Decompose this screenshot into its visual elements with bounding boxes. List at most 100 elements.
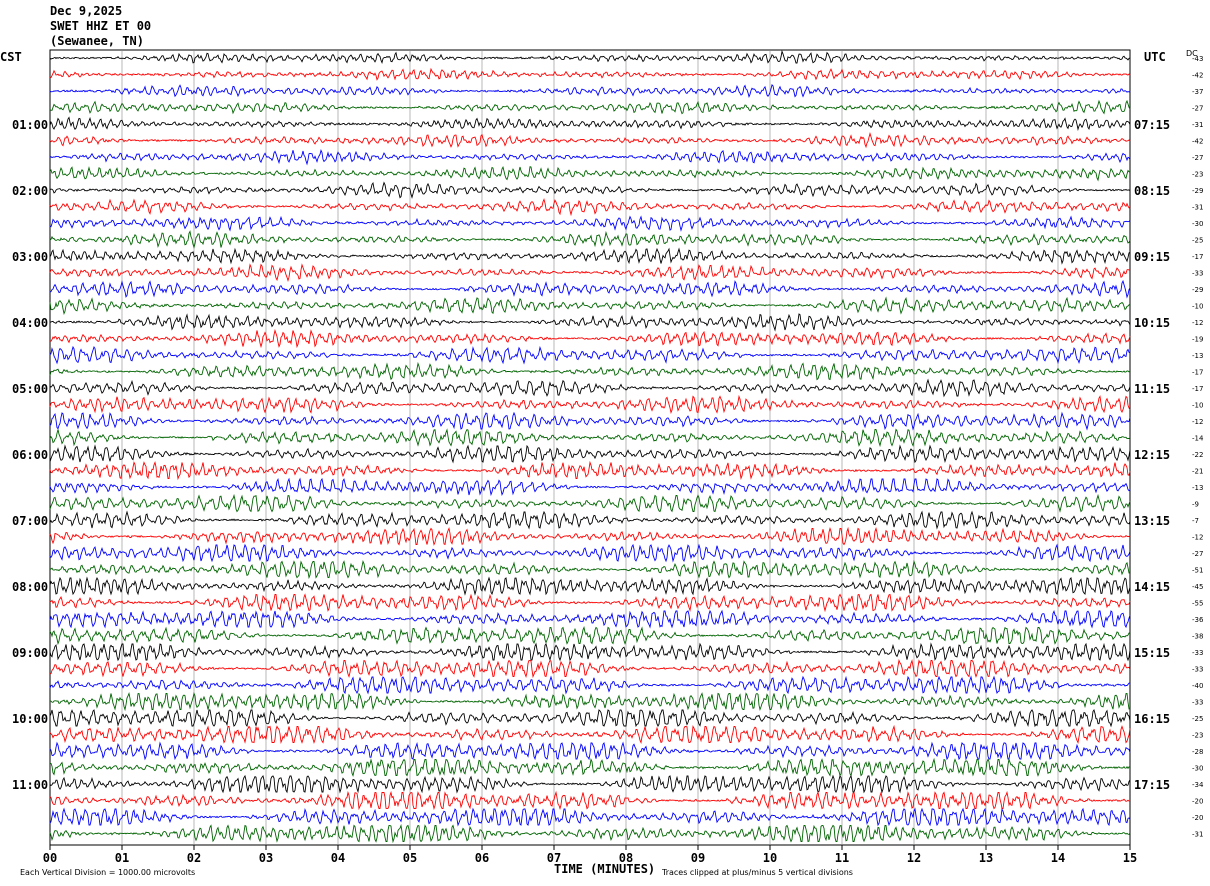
x-tick-label: 00 (43, 851, 57, 865)
dc-offset-label: -38 (1192, 633, 1203, 641)
cst-hour-label: 02:00 (12, 184, 48, 198)
seismogram-trace (49, 708, 1131, 728)
dc-offset-label: -7 (1192, 517, 1199, 525)
seismogram-trace (49, 774, 1131, 794)
utc-hour-label: 08:15 (1134, 184, 1170, 198)
seismogram-trace (49, 215, 1131, 232)
dc-offset-label: -12 (1192, 319, 1203, 327)
seismogram-trace (49, 378, 1131, 398)
utc-hour-label: 12:15 (1134, 448, 1170, 462)
dc-offset-label: -17 (1192, 369, 1203, 377)
dc-offset-label: -25 (1192, 715, 1203, 723)
seismogram-trace (49, 790, 1130, 811)
dc-offset-label: -28 (1192, 748, 1203, 756)
seismogram-trace (49, 132, 1131, 149)
seismogram-trace (49, 741, 1131, 761)
utc-hour-label: 11:15 (1134, 382, 1170, 396)
seismogram-trace (49, 361, 1131, 381)
seismogram-trace (49, 724, 1131, 745)
x-tick-label: 04 (331, 851, 345, 865)
x-tick-label: 15 (1123, 851, 1137, 865)
dc-offset-label: -10 (1192, 402, 1203, 410)
dc-offset-label: -13 (1192, 484, 1203, 492)
x-tick-label: 13 (979, 851, 993, 865)
utc-hour-label: 16:15 (1134, 712, 1170, 726)
seismogram-trace (49, 181, 1131, 199)
dc-offset-label: -23 (1192, 732, 1203, 740)
x-tick-label: 05 (403, 851, 417, 865)
seismogram-trace (49, 296, 1131, 315)
seismogram-trace (49, 675, 1131, 695)
cst-hour-label: 07:00 (12, 514, 48, 528)
dc-offset-label: -31 (1192, 204, 1203, 212)
seismogram-trace (50, 559, 1131, 580)
seismogram-trace (49, 279, 1131, 299)
plot-frame (49, 49, 1131, 846)
cst-hour-label: 11:00 (12, 778, 48, 792)
dc-offset-label: -13 (1192, 352, 1203, 360)
helicorder-plot: 00 01 02 03 04 05 06 07 08 09 10 11 12 13 14 15-43-42-3… (12, 49, 1204, 865)
seismogram-trace (49, 67, 1131, 81)
cst-hour-label: 10:00 (12, 712, 48, 726)
dc-offset-label: -33 (1192, 649, 1203, 657)
seismogram-trace (50, 757, 1131, 777)
utc-hour-label: 09:15 (1134, 250, 1170, 264)
dc-offset-label: -20 (1192, 814, 1203, 822)
x-tick-label: 11 (835, 851, 849, 865)
utc-hour-label: 17:15 (1134, 778, 1170, 792)
seismogram-trace (49, 477, 1131, 497)
cst-hour-label: 03:00 (12, 250, 48, 264)
cst-hour-label: 04:00 (12, 316, 48, 330)
dc-offset-label: -29 (1192, 187, 1203, 195)
dc-offset-label: -30 (1192, 765, 1203, 773)
dc-offset-label: -37 (1192, 88, 1203, 96)
dc-offset-label: -22 (1192, 451, 1203, 459)
dc-offset-label: -33 (1192, 699, 1203, 707)
seismogram-trace (49, 543, 1131, 563)
dc-offset-label: -27 (1192, 550, 1203, 558)
dc-offset-label: -33 (1192, 666, 1203, 674)
seismogram-trace (49, 460, 1131, 481)
seismogram-trace (49, 230, 1131, 249)
cst-hour-label: 08:00 (12, 580, 48, 594)
x-tick-label: 09 (691, 851, 705, 865)
x-tick-label: 02 (187, 851, 201, 865)
x-tick-label: 14 (1051, 851, 1065, 865)
seismogram-trace (49, 658, 1131, 679)
x-tick-label: 12 (907, 851, 921, 865)
seismogram-trace (49, 493, 1131, 513)
seismogram-trace (49, 149, 1131, 166)
seismogram-trace (49, 263, 1131, 283)
seismogram-trace (49, 526, 1131, 546)
dc-offset-label: -30 (1192, 220, 1203, 228)
seismogram-trace (49, 609, 1131, 629)
dc-offset-label: -29 (1192, 286, 1203, 294)
dc-offset-label: -31 (1192, 121, 1203, 129)
dc-offset-label: -51 (1192, 567, 1203, 575)
seismogram-trace (49, 576, 1131, 596)
x-axis-title: TIME (MINUTES) (554, 862, 656, 876)
seismogram-trace (49, 593, 1131, 613)
seismogram-trace (49, 626, 1131, 646)
dc-offset-label: -33 (1192, 270, 1203, 278)
dc-offset-label: -25 (1192, 237, 1203, 245)
dc-offset-label: -17 (1192, 253, 1203, 261)
utc-hour-label: 13:15 (1134, 514, 1170, 528)
seismogram-trace (49, 166, 1131, 182)
seismogram-trace (49, 444, 1131, 464)
dc-offset-label: -21 (1192, 468, 1203, 476)
dc-offset-label: -12 (1192, 418, 1203, 426)
x-tick-label: 10 (763, 851, 777, 865)
seismogram-trace (49, 116, 1131, 131)
x-tick-label: 06 (475, 851, 489, 865)
dc-offset-label: -20 (1192, 798, 1203, 806)
dc-offset-label: -12 (1192, 534, 1203, 542)
utc-hour-label: 14:15 (1134, 580, 1170, 594)
dc-offset-label: -45 (1192, 583, 1203, 591)
utc-hour-label: 10:15 (1134, 316, 1170, 330)
seismogram-trace (49, 428, 1131, 448)
seismogram-trace (49, 198, 1131, 217)
dc-offset-label: -10 (1192, 303, 1203, 311)
cst-hour-label: 06:00 (12, 448, 48, 462)
dc-offset-label: -42 (1192, 72, 1203, 80)
